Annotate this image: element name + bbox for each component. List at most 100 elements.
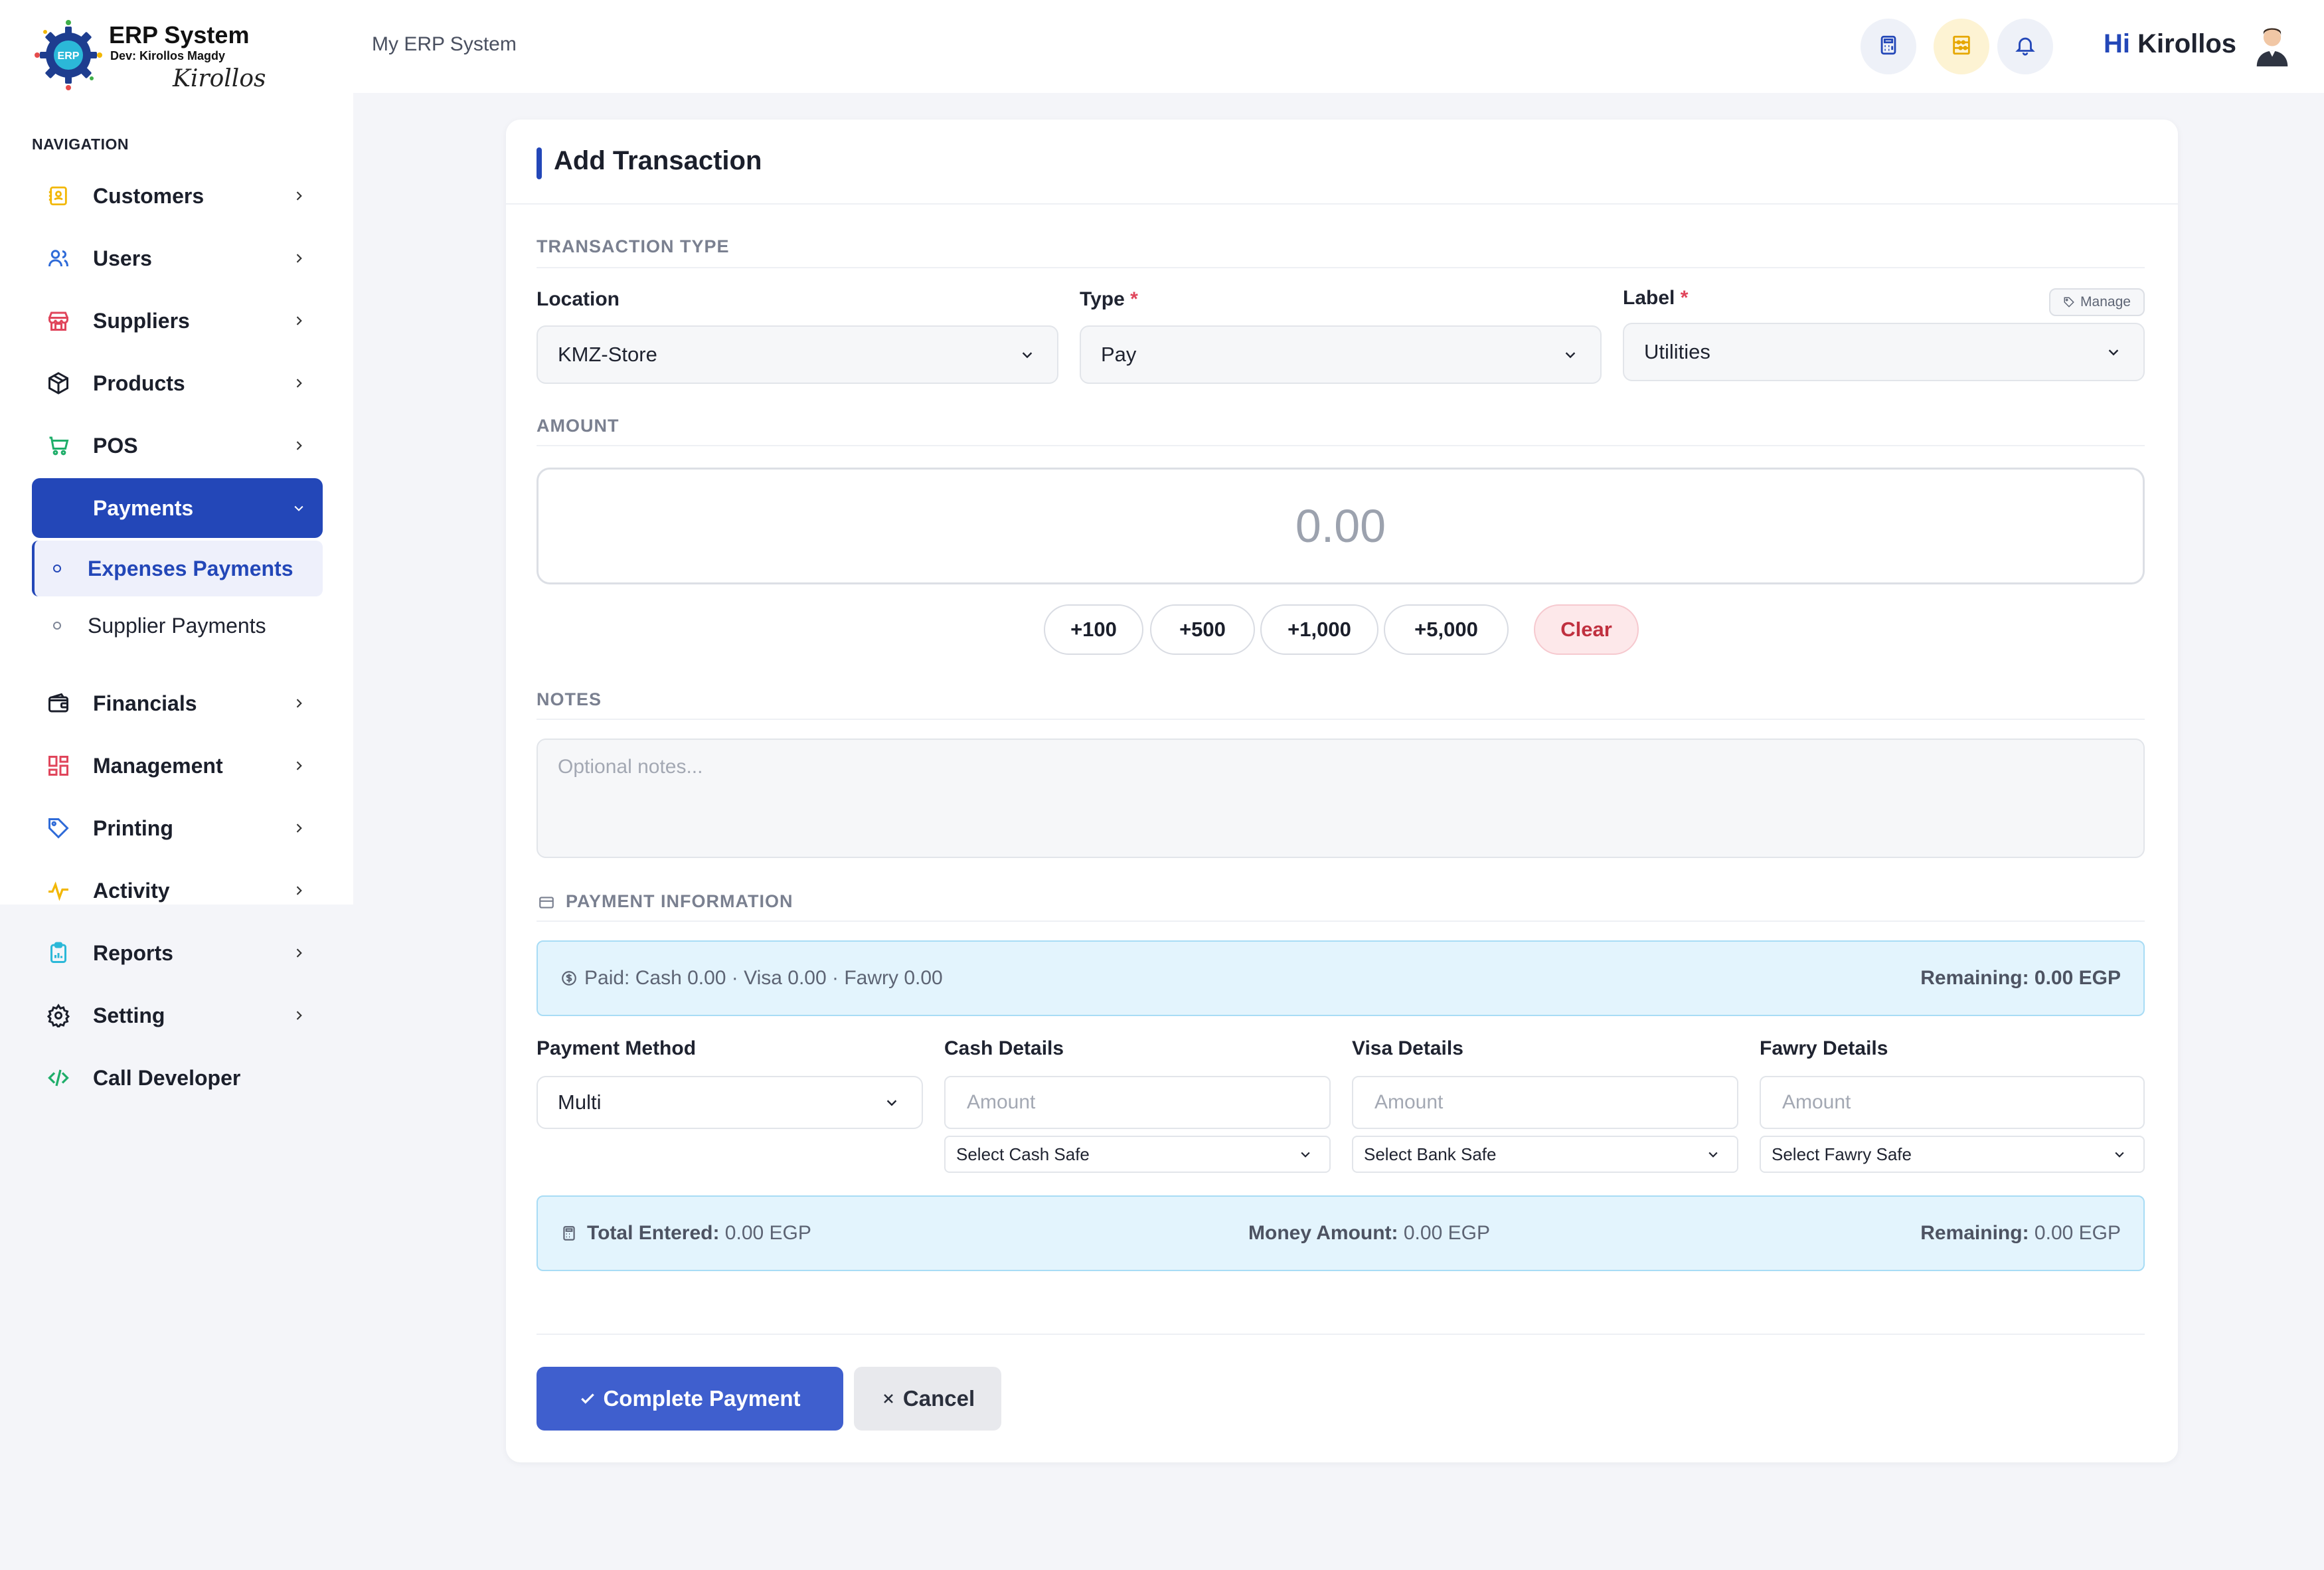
required-mark: * [1130,288,1138,310]
chevron-down-icon [2104,342,2123,362]
total-entered-value: 0.00 EGP [724,1222,811,1244]
page-title: Add Transaction [554,146,762,175]
breadcrumb[interactable]: My ERP System [372,33,517,56]
contact-book-icon [44,181,73,211]
quick-add-5000-button[interactable]: +5,000 [1384,604,1509,655]
clear-amount-button[interactable]: Clear [1534,604,1639,655]
chevron-down-icon [2110,1145,2129,1164]
money-amount-value: 0.00 EGP [1403,1222,1490,1244]
sidebar-item-financials[interactable]: Financials [32,673,323,733]
sidebar-item-printing[interactable]: Printing [32,798,323,858]
cash-safe-select[interactable]: Select Cash Safe [944,1136,1331,1173]
total-entered: Total Entered: 0.00 EGP [560,1222,811,1245]
bullet-icon [53,622,61,630]
amount-input[interactable]: 0.00 [537,468,2145,584]
notifications-button[interactable] [1997,19,2053,74]
quick-add-100-button[interactable]: +100 [1044,604,1143,655]
label-field-label: Label * [1623,287,1688,309]
payment-method-value: Multi [558,1090,602,1114]
fawry-amount-input[interactable]: Amount [1760,1076,2145,1129]
cart-icon [44,431,73,460]
visa-details-label: Visa Details [1352,1037,1463,1059]
visa-amount-input[interactable]: Amount [1352,1076,1738,1129]
chevron-right-icon [290,694,308,713]
user-greeting[interactable]: Hi Kirollos [2104,29,2236,59]
quick-add-500-button[interactable]: +500 [1150,604,1255,655]
type-label-text: Type [1080,288,1125,310]
sidebar-item-products[interactable]: Products [32,353,323,413]
check-icon [581,1393,595,1404]
brand[interactable]: ERP ERP System Dev: Kirollos Magdy Kirol… [32,19,311,98]
chevron-down-icon [1017,345,1037,365]
store-icon [44,306,73,335]
abacus-icon [1950,34,1973,60]
chevron-right-icon [290,819,308,837]
sidebar-item-management[interactable]: Management [32,736,323,796]
sidebar-subitem-label: Supplier Payments [88,613,266,638]
cancel-button[interactable]: Cancel [854,1367,1001,1431]
divider [537,445,2145,446]
tag-icon [44,814,73,843]
sidebar-item-pos[interactable]: POS [32,416,323,476]
erp-gear-logo-icon: ERP [35,20,102,90]
chevron-right-icon [290,944,308,962]
sidebar-item-users[interactable]: Users [32,228,323,288]
credit-card-icon [539,897,554,909]
calculator-button[interactable] [1861,19,1916,74]
cash-details-label: Cash Details [944,1037,1064,1059]
sidebar-item-activity[interactable]: Activity [32,861,323,920]
totals-box: Total Entered: 0.00 EGP Money Amount: 0.… [537,1195,2145,1271]
section-payment-information: PAYMENT INFORMATION [566,891,793,911]
paid-summary-text: Paid: Cash 0.00 · Visa 0.00 · Fawry 0.00 [584,967,943,989]
sidebar-item-payments[interactable]: Payments [32,478,323,538]
tag-icon [2064,297,2074,307]
type-select[interactable]: Pay [1080,325,1602,384]
dollar-circle-icon [562,971,576,986]
sidebar-item-reports[interactable]: Reports [32,923,323,983]
sidebar-item-label: Printing [93,816,173,840]
chevron-right-icon [290,374,308,392]
cash-safe-value: Select Cash Safe [956,1144,1090,1164]
complete-payment-label: Complete Payment [603,1386,801,1411]
location-value: KMZ-Store [558,343,657,366]
avatar[interactable] [2252,24,2292,66]
payment-method-select[interactable]: Multi [537,1076,923,1129]
users-icon [44,244,73,273]
money-amount: Money Amount: 0.00 EGP [1248,1222,1490,1245]
section-notes: NOTES [537,689,602,709]
remaining-label: Remaining: [1920,1222,2029,1244]
bell-icon [2014,34,2036,60]
type-label: Type * [1080,288,1138,311]
chevron-right-icon [290,249,308,268]
activity-icon [44,876,73,905]
total-entered-label: Total Entered: [587,1222,720,1244]
nav-heading: NAVIGATION [32,135,129,153]
manage-labels-button[interactable]: Manage [2049,288,2145,316]
cancel-label: Cancel [902,1386,975,1411]
sidebar-item-call-developer[interactable]: Call Developer [32,1048,323,1108]
chevron-down-icon [882,1092,902,1112]
card-header: Add Transaction [506,120,2178,205]
abacus-button[interactable] [1934,19,1989,74]
location-select[interactable]: KMZ-Store [537,325,1058,384]
cash-amount-input[interactable]: Amount [944,1076,1331,1129]
sidebar-subitem-expenses-payments[interactable]: Expenses Payments [32,541,323,596]
gear-icon [44,1001,73,1030]
quick-add-1000-button[interactable]: +1,000 [1260,604,1378,655]
label-select[interactable]: Utilities [1623,323,2145,381]
section-amount: AMOUNT [537,416,620,436]
sidebar-item-suppliers[interactable]: Suppliers [32,291,323,351]
payments-icon [44,493,73,523]
notes-textarea[interactable]: Optional notes... [537,739,2145,858]
complete-payment-button[interactable]: Complete Payment [537,1367,843,1431]
sidebar-item-customers[interactable]: Customers [32,166,323,226]
location-label: Location [537,288,620,310]
sidebar-item-label: Customers [93,183,205,208]
remaining-total: Remaining: 0.00 EGP [1920,1222,2121,1245]
bank-safe-select[interactable]: Select Bank Safe [1352,1136,1738,1173]
sidebar-item-setting[interactable]: Setting [32,986,323,1045]
fawry-safe-select[interactable]: Select Fawry Safe [1760,1136,2145,1173]
chevron-down-icon [1704,1145,1722,1164]
sidebar-subitem-supplier-payments[interactable]: Supplier Payments [32,598,323,654]
divider [537,719,2145,720]
